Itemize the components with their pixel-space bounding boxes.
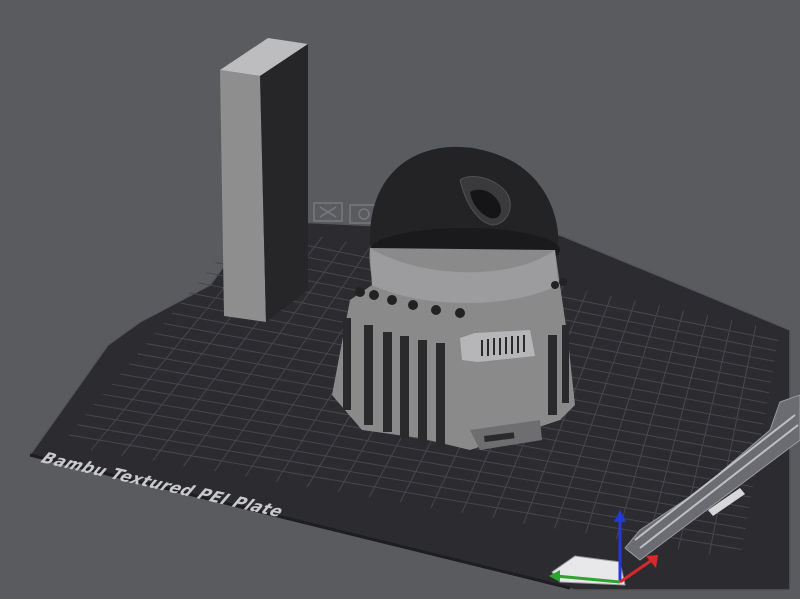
wipe-tower[interactable] — [220, 38, 308, 322]
domed-enclosure[interactable] — [332, 146, 575, 450]
build-plate-scene[interactable]: Bambu Textured PEI Plate — [0, 0, 800, 599]
plate-close-icon[interactable] — [313, 202, 343, 222]
3d-viewport[interactable]: Bambu Textured PEI Plate — [0, 0, 800, 599]
